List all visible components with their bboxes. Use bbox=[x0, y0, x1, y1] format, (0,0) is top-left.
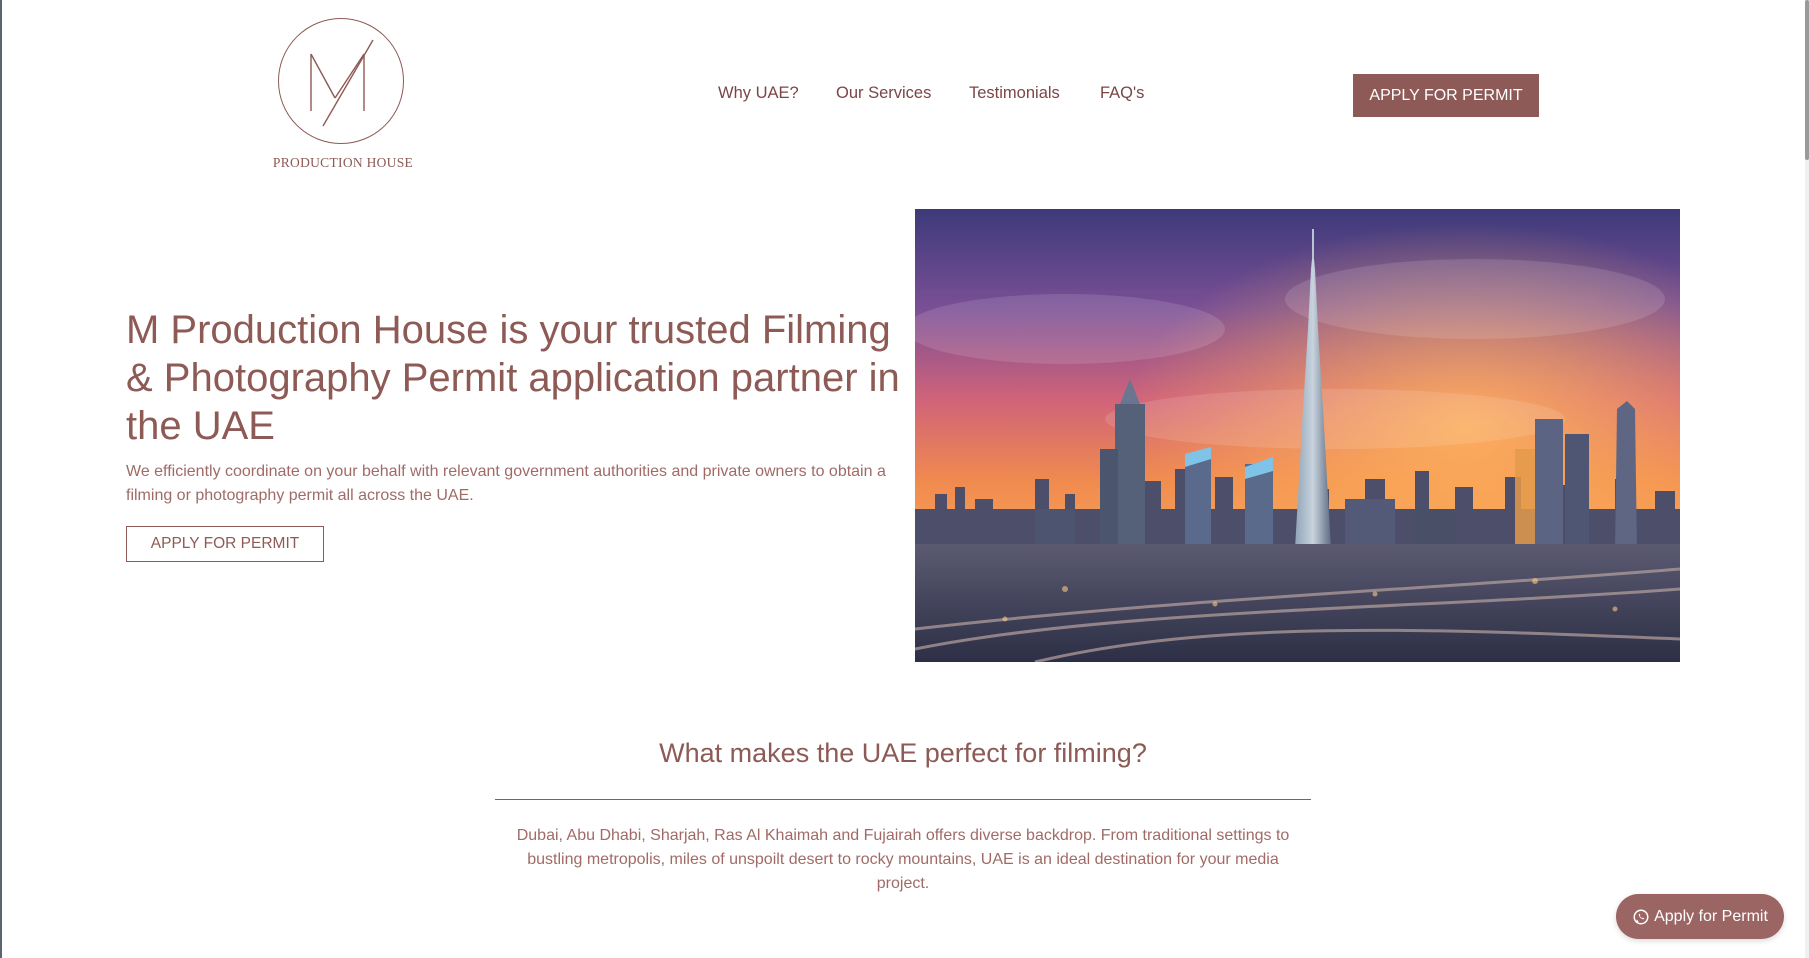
nav-testimonials[interactable]: Testimonials bbox=[969, 84, 1060, 103]
hero-title: M Production House is your trusted Filmi… bbox=[126, 308, 900, 448]
floating-apply-label: Apply for Permit bbox=[1654, 907, 1768, 925]
nav-faqs[interactable]: FAQ's bbox=[1100, 84, 1144, 103]
hero-apply-button[interactable]: APPLY FOR PERMIT bbox=[126, 526, 324, 562]
logo-text: PRODUCTION HOUSE bbox=[272, 155, 414, 170]
scrollbar-thumb[interactable] bbox=[1805, 0, 1809, 160]
hero-subtitle: We efficiently coordinate on your behalf… bbox=[126, 463, 886, 504]
nav-why-uae[interactable]: Why UAE? bbox=[718, 84, 799, 103]
nav-our-services[interactable]: Our Services bbox=[836, 84, 931, 103]
section-divider bbox=[495, 799, 1311, 800]
whatsapp-icon bbox=[1633, 909, 1649, 924]
logo-m-mark bbox=[310, 39, 374, 127]
window-frame-left bbox=[0, 0, 2, 958]
header-apply-button[interactable]: APPLY FOR PERMIT bbox=[1353, 74, 1539, 117]
dubai-skyline-image bbox=[915, 209, 1680, 662]
floating-apply-button[interactable]: Apply for Permit bbox=[1616, 894, 1784, 939]
section-body: Dubai, Abu Dhabi, Sharjah, Ras Al Khaima… bbox=[516, 827, 1290, 892]
section-title: What makes the UAE perfect for filming? bbox=[659, 738, 1147, 768]
scrollbar[interactable] bbox=[1805, 0, 1809, 958]
